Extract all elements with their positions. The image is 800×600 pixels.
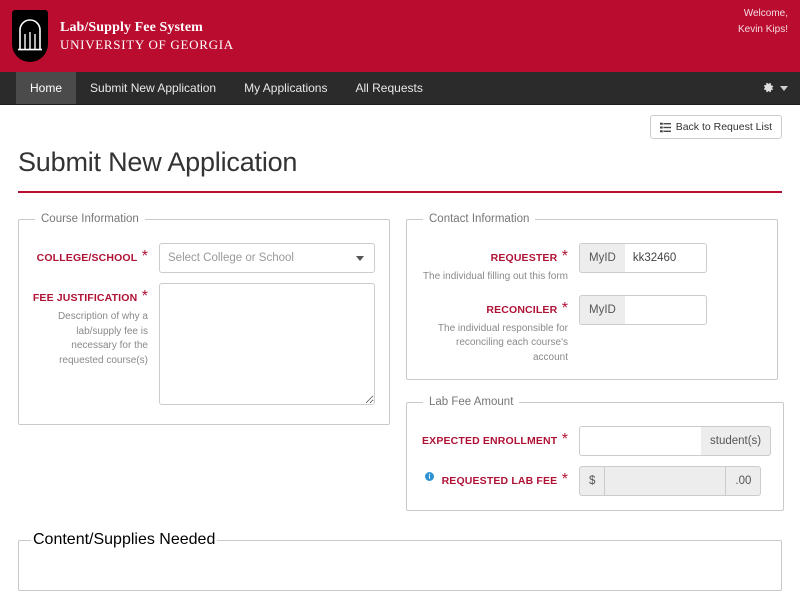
fee-justification-label-col: FEE JUSTIFICATION * Description of why a… (31, 283, 159, 368)
requested-lab-fee-cents-suffix: .00 (726, 466, 762, 496)
back-to-request-list-button[interactable]: Back to Request List (649, 115, 782, 139)
college-school-label-col: COLLEGE/SCHOOL * (31, 243, 159, 266)
reconciler-myid-addon: MyID (579, 294, 625, 325)
fee-justification-label: FEE JUSTIFICATION (32, 292, 138, 304)
college-school-control-col: Select College or School (159, 243, 377, 273)
college-school-required-marker: * (141, 248, 148, 265)
expected-enrollment-control-col: student(s) (579, 426, 772, 456)
contact-information-legend: Contact Information (429, 213, 530, 225)
main-navigation: Home Submit New Application My Applicati… (0, 72, 800, 105)
reconciler-row: RECONCILER * The individual responsible … (419, 294, 765, 366)
expected-enrollment-label-col: EXPECTED ENROLLMENT * (419, 426, 579, 449)
content-supplies-needed-legend: Content/Supplies Needed (33, 531, 216, 548)
requester-label: REQUESTER (490, 252, 558, 264)
form-right-column: Contact Information REQUESTER * The indi… (406, 213, 785, 527)
nav-item-all-requests[interactable]: All Requests (341, 72, 436, 104)
requester-myid-addon: MyID (579, 243, 625, 273)
requested-lab-fee-row: REQUESTED LAB FEE * $ .00 (419, 466, 771, 496)
reconciler-input[interactable] (624, 294, 707, 325)
institution-name: UNIVERSITY OF GEORGIA (60, 36, 234, 52)
page-title: Submit New Application (18, 147, 782, 193)
system-title: Lab/Supply Fee System (60, 20, 203, 36)
fee-justification-required-marker: * (141, 288, 148, 305)
nav-item-home[interactable]: Home (16, 72, 77, 104)
college-school-select[interactable]: Select College or School (159, 243, 375, 273)
college-school-row: COLLEGE/SCHOOL * Select College or Schoo… (31, 243, 377, 273)
fee-justification-control-col (159, 283, 377, 410)
fee-justification-help: Description of why a lab/supply fee is n… (57, 311, 148, 366)
course-information-legend: Course Information (41, 213, 139, 225)
reconciler-required-marker: * (561, 299, 568, 317)
welcome-message: Welcome, Kevin Kips! (738, 6, 788, 37)
requested-lab-fee-label: REQUESTED LAB FEE (441, 475, 558, 487)
expected-enrollment-input[interactable] (579, 426, 701, 456)
requester-row: REQUESTER * The individual filling out t… (419, 243, 765, 285)
form-left-column: Course Information COLLEGE/SCHOOL * Sele… (18, 213, 390, 527)
back-to-request-list-label: Back to Request List (675, 121, 772, 133)
requested-lab-fee-control-col: $ .00 (579, 466, 771, 496)
nav-item-my-applications[interactable]: My Applications (230, 72, 341, 104)
fee-justification-row: FEE JUSTIFICATION * Description of why a… (31, 283, 377, 410)
course-information-section: Course Information COLLEGE/SCHOOL * Sele… (18, 213, 390, 425)
expected-enrollment-required-marker: * (561, 431, 568, 448)
reconciler-label: RECONCILER (486, 303, 558, 316)
chevron-down-icon[interactable] (780, 85, 788, 91)
brand-text: Lab/Supply Fee System UNIVERSITY OF GEOR… (60, 20, 234, 52)
list-icon (659, 122, 671, 132)
gear-icon[interactable] (761, 81, 775, 95)
reconciler-help: The individual responsible for reconcili… (437, 322, 568, 363)
requested-lab-fee-label-col: REQUESTED LAB FEE * (419, 466, 579, 489)
nav-item-submit-new-application[interactable]: Submit New Application (76, 72, 230, 104)
expected-enrollment-row: EXPECTED ENROLLMENT * student(s) (419, 426, 772, 456)
page-toolbar: Back to Request List (18, 105, 782, 139)
uga-arch-logo (12, 10, 48, 62)
requester-label-col: REQUESTER * The individual filling out t… (419, 243, 579, 285)
application-form: Course Information COLLEGE/SCHOOL * Sele… (18, 213, 785, 527)
info-circle-icon[interactable] (425, 472, 435, 481)
welcome-greeting: Welcome, (743, 8, 788, 19)
requester-help: The individual filling out this form (422, 271, 568, 282)
contact-information-section: Contact Information REQUESTER * The indi… (406, 213, 778, 380)
page-content: Back to Request List Submit New Applicat… (0, 105, 800, 600)
requested-lab-fee-input[interactable] (604, 466, 727, 496)
expected-enrollment-label: EXPECTED ENROLLMENT (422, 435, 558, 447)
requested-lab-fee-required-marker: * (561, 471, 568, 488)
reconciler-control-col: MyID (579, 294, 765, 325)
lab-fee-amount-legend: Lab Fee Amount (429, 396, 514, 408)
college-school-label: COLLEGE/SCHOOL (36, 252, 138, 264)
fee-justification-textarea[interactable] (159, 283, 375, 405)
requester-required-marker: * (561, 248, 568, 265)
expected-enrollment-suffix: student(s) (701, 426, 772, 456)
brand-header: Lab/Supply Fee System UNIVERSITY OF GEOR… (0, 0, 800, 72)
settings-menu[interactable] (761, 72, 800, 104)
welcome-username: Kevin Kips! (737, 23, 788, 35)
requester-input[interactable] (624, 243, 707, 273)
requester-control-col: MyID (579, 243, 765, 273)
reconciler-label-col: RECONCILER * The individual responsible … (419, 295, 579, 366)
lab-fee-amount-section: Lab Fee Amount EXPECTED ENROLLMENT * stu… (406, 396, 785, 511)
content-supplies-needed-section: Content/Supplies Needed (18, 531, 782, 591)
requested-lab-fee-currency-prefix: $ (579, 466, 605, 496)
